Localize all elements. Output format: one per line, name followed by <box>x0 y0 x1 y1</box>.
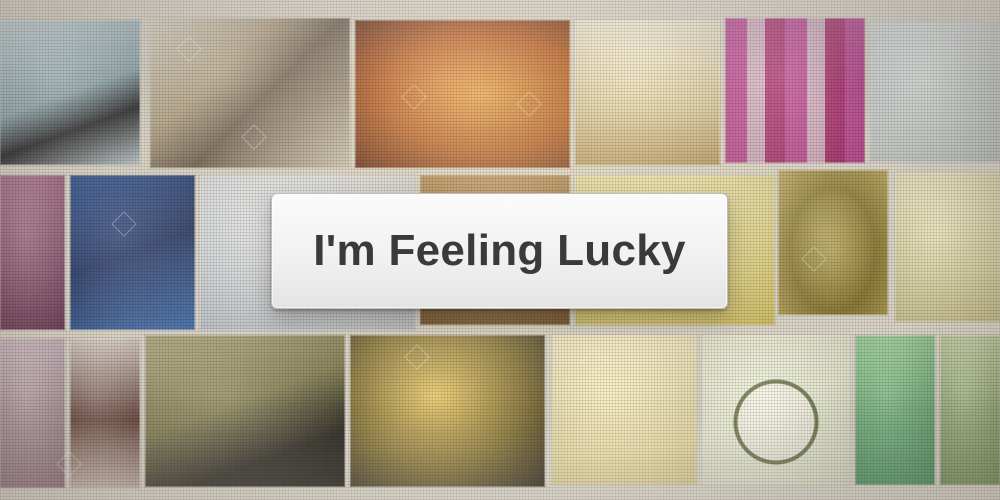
photo-thumbnail[interactable] <box>702 335 850 485</box>
photo-thumbnail[interactable] <box>575 20 720 165</box>
photo-thumbnail[interactable] <box>552 335 697 485</box>
photo-thumbnail[interactable] <box>0 175 65 330</box>
photo-thumbnail[interactable] <box>855 335 935 485</box>
photo-thumbnail[interactable] <box>895 172 1000 322</box>
photo-thumbnail[interactable] <box>150 18 350 168</box>
photo-thumbnail[interactable] <box>70 338 140 488</box>
photo-thumbnail[interactable] <box>778 170 888 315</box>
photo-thumbnail[interactable] <box>145 335 345 487</box>
photo-thumbnail[interactable] <box>0 338 65 488</box>
photo-thumbnail[interactable] <box>355 20 570 168</box>
im-feeling-lucky-button[interactable]: I'm Feeling Lucky <box>271 193 728 309</box>
photo-thumbnail[interactable] <box>870 22 1000 162</box>
photo-thumbnail[interactable] <box>350 335 545 487</box>
photo-thumbnail[interactable] <box>0 20 140 165</box>
im-feeling-lucky-label: I'm Feeling Lucky <box>313 226 686 275</box>
photo-thumbnail[interactable] <box>725 18 865 163</box>
photo-thumbnail[interactable] <box>940 335 1000 485</box>
photo-thumbnail[interactable] <box>70 175 195 330</box>
